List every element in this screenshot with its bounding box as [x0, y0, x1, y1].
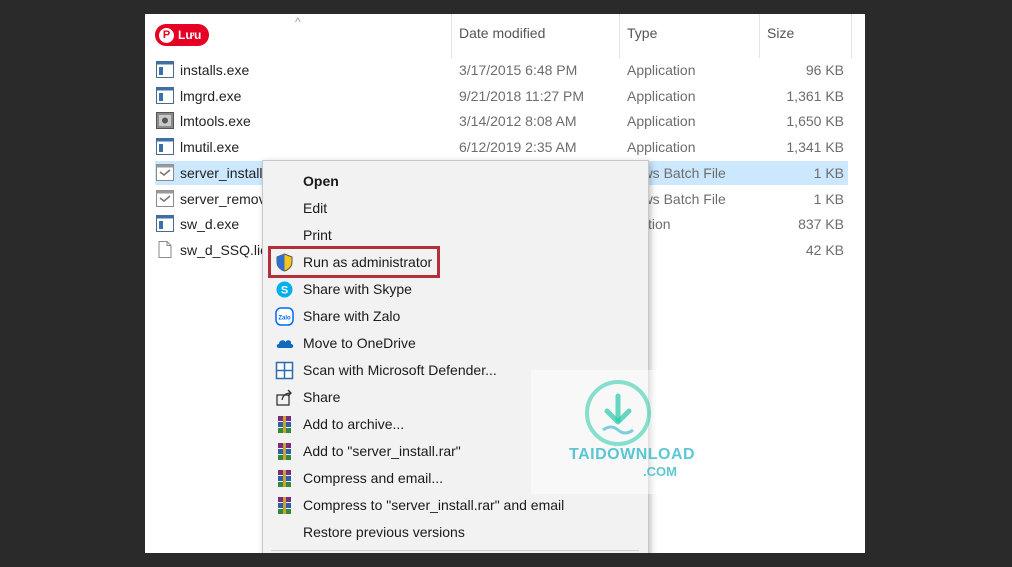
file-name: server_install.: [180, 164, 267, 181]
winrar-icon: [275, 442, 294, 461]
context-menu: Open Edit Print Run as administrator S Share …: [262, 160, 717, 553]
file-name: sw_d.exe: [180, 216, 240, 233]
onedrive-icon: [275, 334, 294, 353]
column-divider[interactable]: [451, 14, 452, 58]
menu-item-label: Compress and email...: [303, 470, 444, 486]
menu-divider: [271, 550, 639, 551]
explorer-window: P Lưu ^ Date modified Type Size installs…: [145, 14, 865, 553]
menu-item-label: Edit: [303, 200, 328, 216]
svg-text:S: S: [281, 285, 288, 297]
application-icon: [156, 61, 174, 78]
menu-item-label: Share: [303, 389, 341, 405]
file-type: Application: [627, 113, 696, 130]
file-size: 1,650 KB: [786, 113, 844, 130]
file-row[interactable]: lmutil.exe 6/12/2019 2:35 AM Application 1,…: [155, 135, 848, 159]
menu-item-label: Compress to "server_install.rar" and ema…: [303, 497, 565, 513]
menu-item-print[interactable]: Print: [263, 222, 648, 249]
menu-item-label: Print: [303, 227, 332, 243]
watermark-text: TAIDOWNLOAD: [569, 446, 696, 463]
menu-item-share-with-skype[interactable]: S Share with Skype: [263, 276, 648, 303]
column-divider[interactable]: [759, 14, 760, 58]
file-date: 3/17/2015 6:48 PM: [459, 62, 578, 78]
file-type: Application: [627, 87, 696, 104]
menu-item-label: Scan with Microsoft Defender...: [303, 362, 497, 378]
pinterest-icon: P: [159, 27, 174, 43]
menu-item-move-to-onedrive[interactable]: Move to OneDrive: [263, 330, 648, 357]
file-type: Application: [627, 62, 696, 78]
menu-item-restore-previous-versions[interactable]: Restore previous versions: [263, 519, 648, 546]
file-size: 1 KB: [813, 190, 844, 207]
application-icon: [156, 86, 174, 104]
pinterest-save-button[interactable]: P Lưu: [155, 24, 210, 46]
menu-item-edit[interactable]: Edit: [263, 195, 648, 222]
file-row[interactable]: lmgrd.exe 9/21/2018 11:27 PM Application 1,…: [155, 84, 848, 108]
download-icon: [585, 380, 651, 446]
menu-item-label: Restore previous versions: [303, 524, 465, 540]
column-divider[interactable]: [619, 14, 620, 58]
zalo-icon: Zalo: [275, 307, 294, 326]
batch-file-icon: [156, 189, 174, 207]
column-header-type[interactable]: Type: [627, 25, 657, 41]
menu-item-label: Add to "server_install.rar": [303, 443, 461, 459]
menu-item-label: Move to OneDrive: [303, 335, 416, 351]
pinterest-save-label: Lưu: [178, 28, 202, 42]
file-name: lmtools.exe: [180, 113, 251, 130]
file-size: 42 KB: [805, 241, 844, 258]
file-type: Application: [627, 139, 696, 156]
column-header-date[interactable]: Date modified: [459, 25, 545, 41]
file-name: lmutil.exe: [180, 139, 240, 156]
file-row[interactable]: installs.exe 3/17/2015 6:48 PM Application…: [155, 58, 848, 82]
file-date: 9/21/2018 11:27 PM: [459, 87, 585, 104]
svg-text:Zalo: Zalo: [278, 316, 291, 322]
watermark-subtext: .COM: [643, 464, 677, 479]
file-size: 96 KB: [805, 62, 844, 78]
file-size: 1,341 KB: [786, 139, 844, 156]
skype-icon: S: [275, 280, 294, 299]
document-icon: [156, 240, 174, 258]
file-name: lmgrd.exe: [180, 87, 242, 104]
defender-icon: [275, 361, 294, 380]
menu-item-compress-to-server-install-rar-and-email[interactable]: Compress to "server_install.rar" and ema…: [263, 492, 648, 519]
file-name: sw_d_SSQ.lic: [180, 241, 268, 258]
tools-icon: [156, 112, 174, 130]
file-size: 1,361 KB: [786, 87, 844, 104]
winrar-icon: [275, 496, 294, 515]
menu-item-label: Open: [303, 173, 339, 189]
file-date: 6/12/2019 2:35 AM: [459, 139, 577, 156]
winrar-icon: [275, 415, 294, 434]
winrar-icon: [275, 469, 294, 488]
file-size: 837 KB: [798, 216, 844, 233]
share-icon: [275, 388, 294, 407]
menu-item-label: Share with Zalo: [303, 308, 401, 324]
batch-file-icon: [156, 163, 174, 181]
run-as-admin-highlight: [268, 246, 440, 278]
file-row[interactable]: lmtools.exe 3/14/2012 8:08 AM Application 1…: [155, 109, 848, 133]
application-icon: [156, 215, 174, 233]
file-size: 1 KB: [813, 164, 844, 181]
menu-item-label: Share with Skype: [303, 281, 412, 297]
column-header-size[interactable]: Size: [767, 25, 794, 41]
application-icon: [156, 138, 174, 156]
menu-item-open[interactable]: Open: [263, 168, 648, 195]
file-name: server_remov: [180, 190, 266, 207]
menu-item-share-with-zalo[interactable]: Zalo Share with Zalo: [263, 303, 648, 330]
column-divider[interactable]: [851, 14, 852, 58]
watermark-logo: TAIDOWNLOAD .COM: [531, 370, 717, 494]
sort-up-icon: ^: [295, 15, 301, 29]
file-date: 3/14/2012 8:08 AM: [459, 113, 577, 130]
menu-item-label: Add to archive...: [303, 416, 405, 432]
file-name: installs.exe: [180, 62, 250, 78]
